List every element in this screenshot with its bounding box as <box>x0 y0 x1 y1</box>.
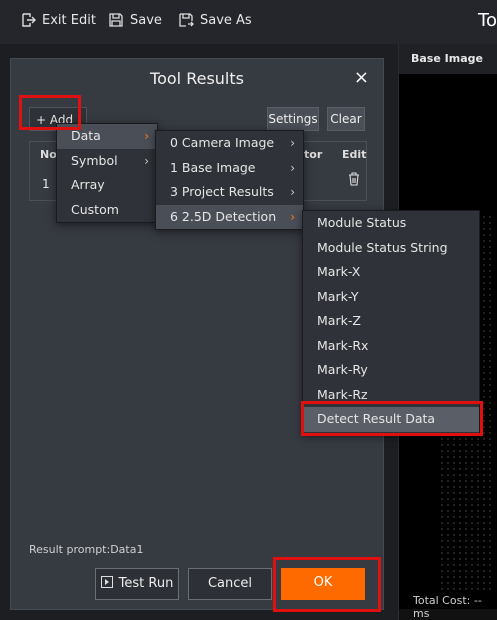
menu-item-array[interactable]: Array <box>57 173 157 198</box>
exit-icon <box>22 13 36 27</box>
close-icon[interactable]: × <box>354 67 369 88</box>
row-number: 1 <box>42 177 50 191</box>
menu-item-mark-rz[interactable]: Mark-Rz <box>303 383 479 408</box>
chevron-right-icon: › <box>144 153 149 168</box>
detection-submenu: Module Status Module Status String Mark-… <box>302 210 480 435</box>
top-toolbar: Exit Edit Save Save As To <box>0 0 497 44</box>
settings-button[interactable]: Settings <box>267 107 319 131</box>
total-cost-label: Total Cost: --ms <box>413 594 482 620</box>
menu-item-camera-image[interactable]: 0 Camera Image › <box>156 131 303 156</box>
menu-item-mark-z[interactable]: Mark-Z <box>303 309 479 334</box>
ok-button[interactable]: OK <box>281 568 365 600</box>
chevron-right-icon: › <box>290 136 295 150</box>
test-run-button[interactable]: Test Run <box>95 568 179 600</box>
column-header-no: No <box>40 148 57 161</box>
menu-item-project-results[interactable]: 3 Project Results › <box>156 180 303 205</box>
menu-item-mark-ry[interactable]: Mark-Ry <box>303 358 479 383</box>
window-title: To <box>478 10 497 31</box>
menu-item-base-image[interactable]: 1 Base Image › <box>156 156 303 181</box>
menu-item-mark-y[interactable]: Mark-Y <box>303 285 479 310</box>
exit-edit-button[interactable]: Exit Edit <box>20 12 96 28</box>
add-menu: Data › Symbol › Array Custom <box>56 123 158 223</box>
save-as-button[interactable]: Save As <box>178 12 252 28</box>
data-submenu: 0 Camera Image › 1 Base Image › 3 Project … <box>155 130 304 230</box>
menu-item-custom[interactable]: Custom <box>57 198 157 223</box>
menu-item-mark-x[interactable]: Mark-X <box>303 260 479 285</box>
image-panel-header: Base Image <box>399 44 497 74</box>
save-button[interactable]: Save <box>108 12 162 28</box>
chevron-right-icon: › <box>290 160 295 175</box>
save-as-icon <box>179 13 194 27</box>
cancel-button[interactable]: Cancel <box>188 568 272 600</box>
dialog-title: Tool Results <box>150 69 244 88</box>
play-icon <box>100 576 113 588</box>
menu-item-data[interactable]: Data › <box>57 124 157 149</box>
menu-item-mark-rx[interactable]: Mark-Rx <box>303 334 479 359</box>
chevron-right-icon: › <box>290 209 295 224</box>
save-icon <box>109 13 123 27</box>
column-header-operator: tor <box>304 148 323 161</box>
menu-item-module-status-string[interactable]: Module Status String <box>303 236 479 261</box>
chevron-right-icon: › <box>144 129 149 143</box>
chevron-right-icon: › <box>290 185 295 199</box>
trash-icon[interactable] <box>348 172 360 186</box>
menu-item-symbol[interactable]: Symbol › <box>57 149 157 174</box>
column-header-edit: Edit <box>342 148 367 161</box>
clear-button[interactable]: Clear <box>327 107 365 131</box>
menu-item-detect-result-data[interactable]: Detect Result Data <box>303 407 479 432</box>
menu-item-2-5d-detection[interactable]: 6 2.5D Detection › <box>156 204 303 229</box>
menu-item-module-status[interactable]: Module Status <box>303 211 479 236</box>
result-prompt: Result prompt:Data1 <box>29 543 144 556</box>
